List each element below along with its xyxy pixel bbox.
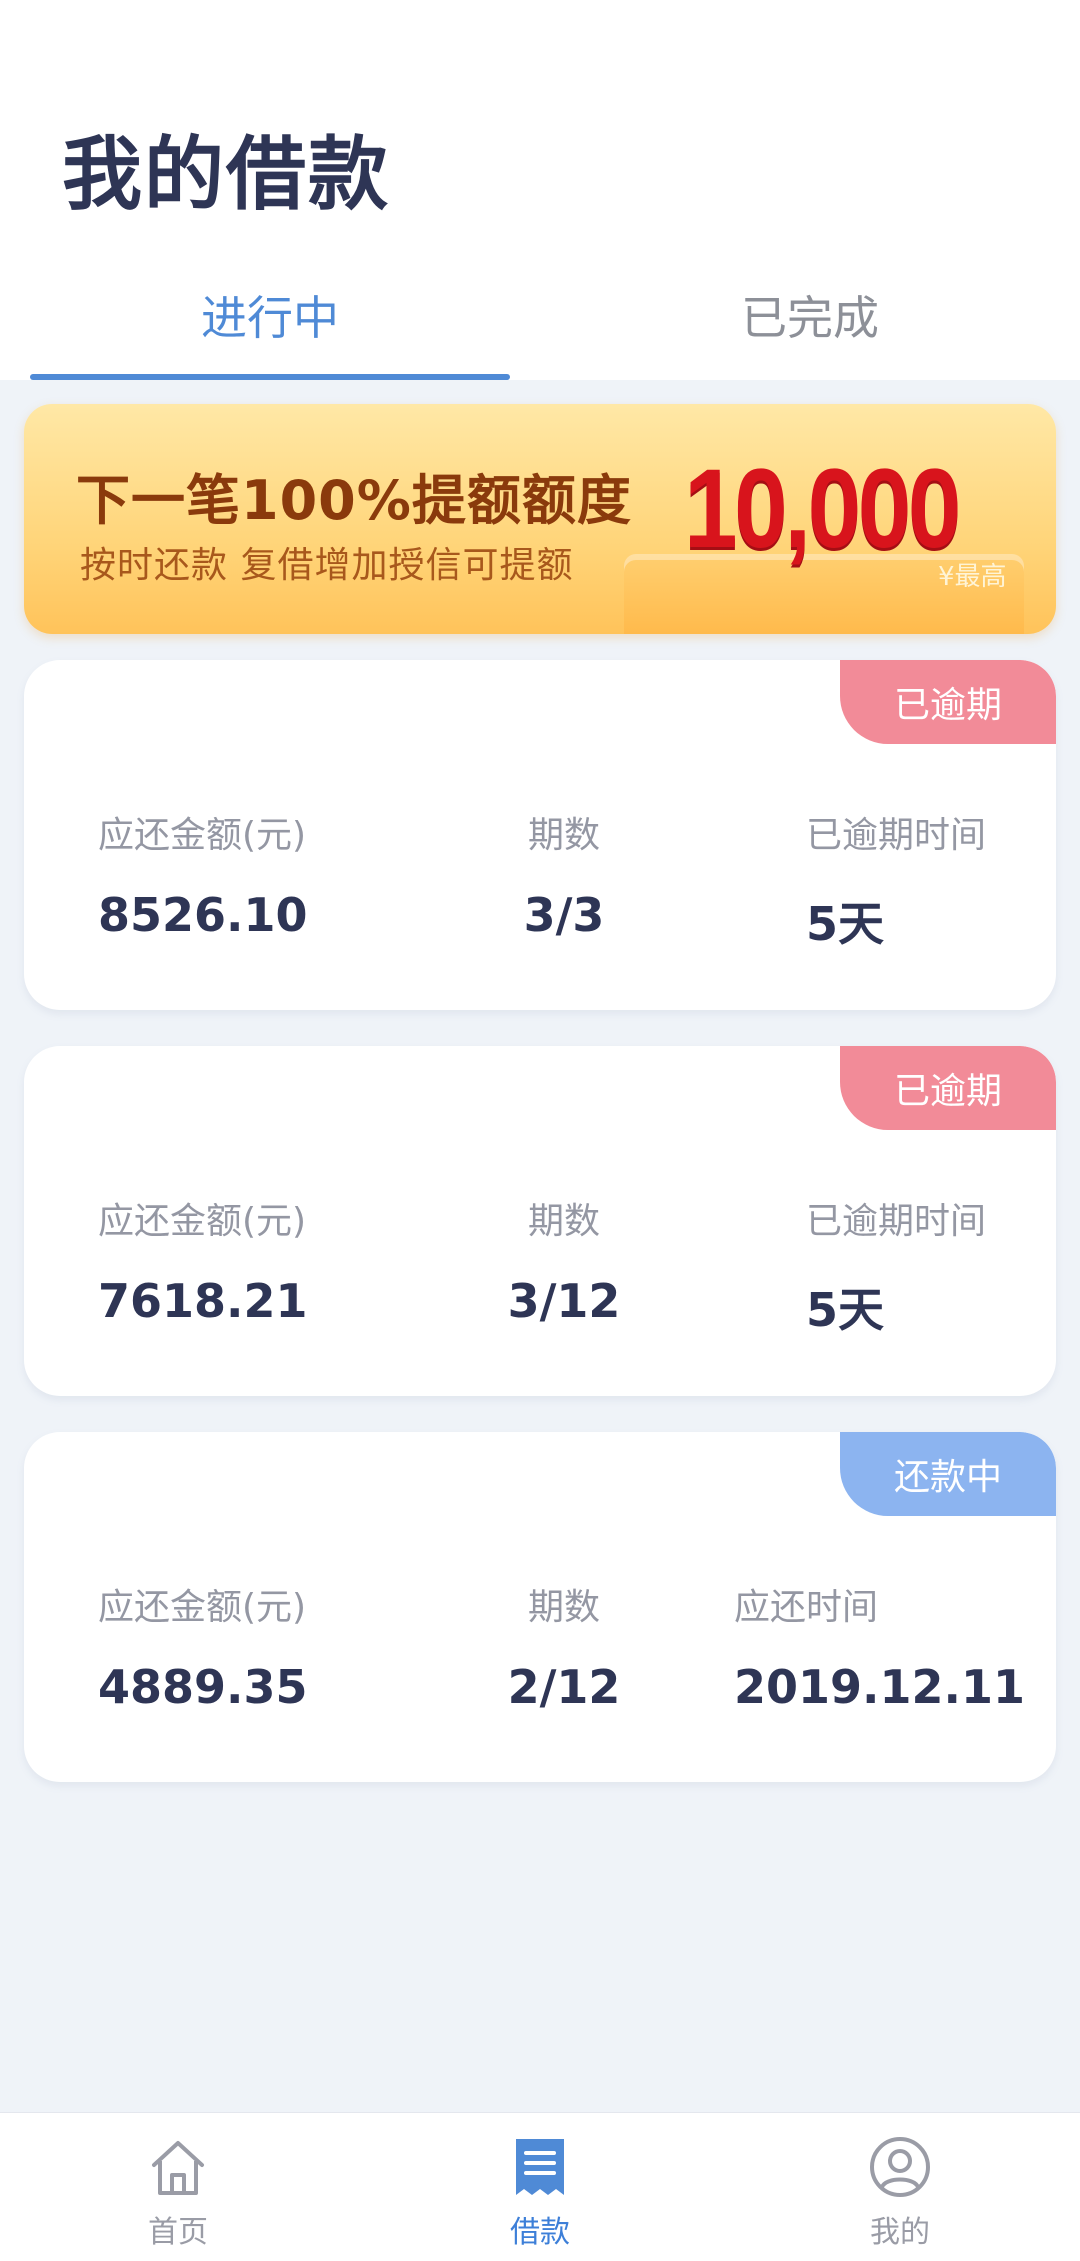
time-label: 已逾期时间 (806, 815, 987, 856)
home-icon (152, 2141, 204, 2195)
time-label: 应还时间 (734, 1587, 879, 1628)
nav-item-me[interactable]: 我的 (800, 2135, 1000, 2251)
tab-completed[interactable]: 已完成 (570, 282, 1050, 348)
amount-column: 应还金额(元) 8526.10 (98, 806, 308, 942)
amount-column: 应还金额(元) 7618.21 (98, 1192, 308, 1328)
period-column: 期数 3/12 (504, 1192, 624, 1328)
nav-label-loan: 借款 (510, 2215, 570, 2250)
banner-subtitle: 按时还款 复借增加授信可提额 (80, 545, 574, 586)
time-value: 2019.12.11 (734, 1660, 1026, 1714)
loan-card[interactable]: 已逾期 应还金额(元) 7618.21 期数 3/12 已逾期时间 5天 (24, 1046, 1056, 1396)
page-title: 我的借款 (62, 128, 390, 221)
time-value: 5天 (806, 1283, 885, 1337)
amount-column: 应还金额(元) 4889.35 (98, 1578, 308, 1714)
tab-in-progress[interactable]: 进行中 (30, 282, 510, 348)
credit-increase-banner[interactable]: 下一笔100%提额额度 按时还款 复借增加授信可提额 10,000 ¥最高 (24, 404, 1056, 634)
time-column: 已逾期时间 5天 (806, 1192, 986, 1340)
amount-value: 8526.10 (98, 888, 308, 942)
user-icon (870, 2137, 930, 2197)
nav-label-me: 我的 (870, 2215, 930, 2250)
amount-value: 4889.35 (98, 1660, 308, 1714)
amount-value: 7618.21 (98, 1274, 308, 1328)
period-label: 期数 (527, 1587, 600, 1628)
active-tab-indicator (30, 374, 510, 380)
amount-label: 应还金额(元) (98, 815, 307, 856)
time-label: 已逾期时间 (806, 1201, 987, 1242)
loan-card[interactable]: 还款中 应还金额(元) 4889.35 期数 2/12 应还时间 2019.12… (24, 1432, 1056, 1782)
time-column: 已逾期时间 5天 (806, 806, 986, 954)
document-list-icon (516, 2139, 564, 2195)
header: 我的借款 进行中 已完成 (0, 0, 1080, 380)
period-value: 2/12 (507, 1660, 621, 1714)
period-value: 3/12 (507, 1274, 621, 1328)
period-label: 期数 (527, 815, 600, 856)
banner-title: 下一笔100%提额额度 (76, 469, 632, 532)
period-value: 3/3 (523, 888, 605, 942)
status-badge: 已逾期 (840, 660, 1056, 744)
period-label: 期数 (527, 1201, 600, 1242)
period-column: 期数 3/3 (504, 806, 624, 942)
loan-card[interactable]: 已逾期 应还金额(元) 8526.10 期数 3/3 已逾期时间 5天 (24, 660, 1056, 1010)
status-badge: 已逾期 (840, 1046, 1056, 1130)
nav-item-loan[interactable]: 借款 (440, 2135, 640, 2251)
status-badge: 还款中 (840, 1432, 1056, 1516)
amount-label: 应还金额(元) (98, 1587, 307, 1628)
time-column: 应还时间 2019.12.11 (734, 1578, 1025, 1714)
amount-label: 应还金额(元) (98, 1201, 307, 1242)
time-value: 5天 (806, 897, 885, 951)
nav-label-home: 首页 (148, 2215, 208, 2250)
bottom-nav: 首页 借款 我的 (0, 2112, 1080, 2261)
banner-max-tag: ¥最高 (938, 562, 1007, 592)
banner-amount: 10,000 (684, 446, 961, 571)
nav-item-home[interactable]: 首页 (78, 2135, 278, 2251)
period-column: 期数 2/12 (504, 1578, 624, 1714)
